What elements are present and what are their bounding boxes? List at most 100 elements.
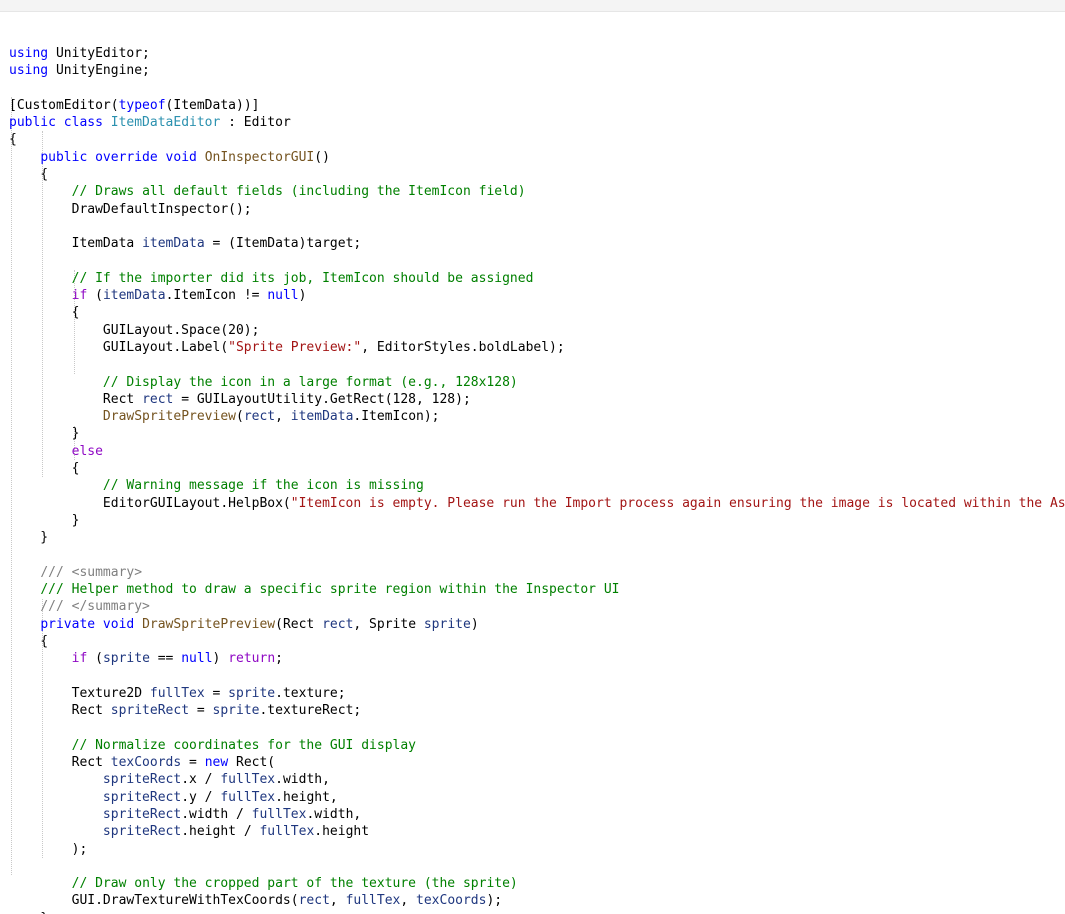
code-line[interactable]: [CustomEditor(typeof(ItemData))] (9, 97, 1065, 114)
code-token: if (71, 288, 88, 304)
code-text-area[interactable]: using UnityEditor;using UnityEngine;​[Cu… (9, 0, 1065, 914)
code-token: OnInspectorGUI (204, 149, 315, 165)
code-line[interactable]: // Draws all default fields (including t… (9, 183, 1065, 200)
code-line[interactable]: Rect rect = GUILayoutUtility.GetRect(128… (9, 391, 1065, 408)
code-line[interactable]: /// Helper method to draw a specific spr… (9, 581, 1065, 598)
code-token: spriteRect (102, 789, 182, 805)
code-line[interactable]: if (itemData.ItemIcon != null) (9, 287, 1065, 304)
code-token: rect (142, 391, 174, 407)
code-token: : Editor (220, 115, 291, 131)
code-line[interactable]: Rect texCoords = new Rect( (9, 754, 1065, 771)
code-token: .height / (181, 824, 260, 840)
code-line[interactable]: } (9, 425, 1065, 442)
code-line[interactable]: GUILayout.Label("Sprite Preview:", Edito… (9, 339, 1065, 356)
code-token: texCoords (110, 755, 182, 771)
code-line[interactable]: /// <summary> (9, 564, 1065, 581)
code-line[interactable]: else (9, 443, 1065, 460)
code-token: // Warning message if the icon is missin… (102, 478, 424, 494)
code-token: DrawSpritePreview (102, 409, 236, 425)
code-line[interactable]: // Normalize coordinates for the GUI dis… (9, 737, 1065, 754)
code-token: .height (314, 824, 370, 840)
code-token: sprite (228, 685, 276, 701)
code-editor[interactable]: using UnityEditor;using UnityEngine;​[Cu… (0, 0, 1065, 914)
code-line[interactable]: // Warning message if the icon is missin… (9, 477, 1065, 494)
code-line[interactable]: private void DrawSpritePreview(Rect rect… (9, 616, 1065, 633)
code-line[interactable]: DrawDefaultInspector(); (9, 201, 1065, 218)
code-token: Rect (9, 703, 111, 719)
code-line[interactable]: ​ (9, 218, 1065, 235)
code-line[interactable]: ); (9, 841, 1065, 858)
code-line[interactable]: Rect spriteRect = sprite.textureRect; (9, 702, 1065, 719)
code-token: fullTex (220, 789, 276, 805)
code-line[interactable]: ​ (9, 252, 1065, 269)
code-token: public override void (40, 149, 197, 165)
code-token: ) (212, 651, 229, 667)
code-token: [CustomEditor( (9, 97, 119, 113)
code-line[interactable]: ​ (9, 79, 1065, 96)
code-line[interactable]: spriteRect.height / fullTex.height (9, 823, 1065, 840)
code-line[interactable]: ​ (9, 356, 1065, 373)
code-token: == (149, 651, 182, 667)
code-token: // Draw only the cropped part of the tex… (71, 876, 518, 892)
code-line[interactable]: { (9, 131, 1065, 148)
code-line[interactable]: if (sprite == null) return; (9, 650, 1065, 667)
code-line[interactable]: using UnityEditor; (9, 45, 1065, 62)
code-token: ) (298, 288, 307, 304)
code-line[interactable]: spriteRect.x / fullTex.width, (9, 771, 1065, 788)
code-line[interactable]: ​ (9, 719, 1065, 736)
code-token: , (400, 893, 417, 909)
code-line[interactable]: { (9, 460, 1065, 477)
code-line[interactable]: { (9, 166, 1065, 183)
code-line[interactable]: spriteRect.width / fullTex.width, (9, 806, 1065, 823)
code-line[interactable]: DrawSpritePreview(rect, itemData.ItemIco… (9, 408, 1065, 425)
code-token: private void (40, 616, 135, 632)
code-line[interactable]: GUI.DrawTextureWithTexCoords(rect, fullT… (9, 892, 1065, 909)
code-line[interactable]: Texture2D fullTex = sprite.texture; (9, 685, 1065, 702)
code-line[interactable]: ​ (9, 547, 1065, 564)
code-token: Rect( (228, 755, 276, 771)
code-line[interactable]: GUILayout.Space(20); (9, 322, 1065, 339)
code-line[interactable]: { (9, 304, 1065, 321)
code-token: ; (275, 651, 283, 667)
code-line[interactable]: } (9, 512, 1065, 529)
code-line[interactable]: spriteRect.y / fullTex.height, (9, 789, 1065, 806)
code-line[interactable]: ​ (9, 668, 1065, 685)
code-line[interactable]: EditorGUILayout.HelpBox("ItemIcon is emp… (9, 495, 1065, 512)
code-token: ); (486, 893, 503, 909)
code-line[interactable]: ItemData itemData = (ItemData)target; (9, 235, 1065, 252)
code-line[interactable]: // If the importer did its job, ItemIcon… (9, 270, 1065, 287)
code-token: { (9, 132, 17, 148)
code-line[interactable]: // Display the icon in a large format (e… (9, 374, 1065, 391)
code-line[interactable]: // Draw only the cropped part of the tex… (9, 875, 1065, 892)
code-line[interactable]: ​ (9, 858, 1065, 875)
code-token: fullTex (345, 893, 401, 909)
code-token: = (204, 685, 229, 701)
code-token: new (204, 755, 229, 771)
code-token: (ItemData))] (165, 97, 260, 113)
code-token: spriteRect (110, 703, 190, 719)
code-token: { (9, 305, 80, 321)
code-token: spriteRect (102, 806, 182, 822)
code-line[interactable]: { (9, 633, 1065, 650)
code-line[interactable]: using UnityEngine; (9, 62, 1065, 79)
code-token: typeof (118, 97, 166, 113)
code-line[interactable]: public override void OnInspectorGUI() (9, 149, 1065, 166)
code-token: public class (9, 115, 103, 131)
code-line[interactable]: } (9, 910, 1065, 914)
code-token: itemData (142, 236, 205, 252)
code-line[interactable]: } (9, 529, 1065, 546)
code-token: null (267, 288, 299, 304)
code-line[interactable]: public class ItemDataEditor : Editor (9, 114, 1065, 131)
code-token: } (9, 530, 49, 546)
code-line[interactable]: /// </summary> (9, 598, 1065, 615)
